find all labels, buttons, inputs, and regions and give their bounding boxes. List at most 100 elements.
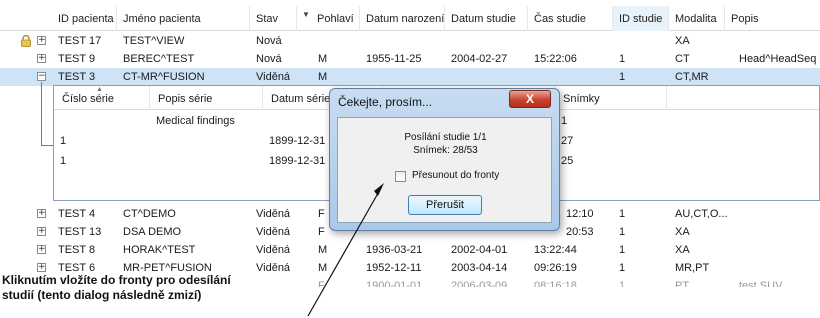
study-id-cell: 1 [619,53,626,65]
column-header-images[interactable]: Snímky [555,86,667,110]
column-header-description[interactable]: Popis [725,6,820,31]
patient-name-cell: HORAK^TEST [123,244,196,256]
status-cell: Viděná [256,244,291,256]
sort-ascending-icon: ▲ [96,86,103,93]
patient-name-cell: CT-MR^FUSION [123,71,205,83]
study-id-cell: 1 [619,280,626,287]
birth-date-cell: 1955-11-25 [366,53,422,65]
study-time-cell: 09:26:19 [534,262,577,274]
column-header-sex[interactable]: ▼ Pohlaví [297,6,360,31]
patient-id-cell: TEST 8 [58,244,96,256]
column-header-study-date[interactable]: Datum studie [445,6,528,31]
study-id-cell: 1 [619,226,626,238]
expand-toggle[interactable]: + [37,36,46,45]
study-time-cell: 15:22:06 [534,53,577,65]
study-time-cell: 20:53 [566,226,594,238]
modality-cell: MR,PT [675,262,710,274]
dialog-body: Posílání studie 1/1 Snímek: 28/53 Přesun… [337,117,552,223]
column-header-study-time[interactable]: Čas studie [528,6,613,31]
study-time-cell: 12:10 [566,208,594,220]
close-button[interactable]: X [509,90,551,108]
modality-cell: AU,CT,O... [675,208,728,220]
study-time-cell: 08:16:18 [534,280,577,287]
move-to-queue-label[interactable]: Přesunout do fronty [412,170,499,181]
patient-name-cell: TEST^VIEW [123,35,185,47]
patient-id-cell: TEST 17 [58,35,102,47]
annotation-text: Kliknutím vložíte do fronty pro odesílán… [2,273,322,303]
annotation-line-2: studií (tento dialog následně zmizí) [2,288,202,302]
status-cell: Nová [256,35,282,47]
series-number-cell: 1 [60,155,67,167]
modality-cell: XA [675,226,690,238]
status-cell: Nová [256,53,282,65]
lock-icon [21,35,31,47]
close-icon: X [525,92,534,106]
patient-id-cell: TEST 13 [58,226,102,238]
column-header-sex-label: Pohlaví [317,13,354,25]
column-header-patient-name[interactable]: Jméno pacienta [117,6,250,31]
annotation-line-1: Kliknutím vložíte do fronty pro odesílán… [2,273,231,287]
patient-id-cell: TEST 9 [58,53,96,65]
column-header-modality[interactable]: Modalita [669,6,725,31]
image-progress-text: Snímek: 28/53 [413,145,478,156]
modality-cell: CT [675,53,690,65]
study-date-cell: 2004-02-27 [451,53,508,65]
tree-connector [41,82,42,145]
patient-name-cell: DSA DEMO [123,226,182,238]
status-cell: Viděná [256,226,291,238]
expand-toggle[interactable]: + [37,263,46,272]
expand-toggle[interactable]: + [37,54,46,63]
expand-toggle[interactable]: + [37,245,46,254]
study-id-cell: 1 [619,71,626,83]
table-row[interactable]: + TEST 8 HORAK^TEST Viděná M 1936-03-21 … [0,241,820,259]
modality-cell: CT,MR [675,71,709,83]
patient-id-cell: TEST 3 [58,71,96,83]
grid-header: ID pacienta Jméno pacienta Stav ▼ Pohlav… [0,6,820,31]
study-date-cell: 2006-03-09 [451,280,508,287]
column-header-patient-id[interactable]: ID pacienta [52,6,117,31]
series-number-cell: 1 [60,135,67,147]
birth-date-cell: 1936-03-21 [366,244,423,256]
expand-toggle[interactable]: + [37,227,46,236]
sending-status-text: Posílání studie 1/1 [404,132,487,143]
tree-connector [41,145,53,146]
description-cell: Head^HeadSeq [739,53,817,65]
table-row[interactable]: + TEST 9 BEREC^TEST Nová M 1955-11-25 20… [0,50,820,68]
expand-toggle[interactable]: + [37,209,46,218]
sort-descending-icon: ▼ [302,10,310,19]
column-header-series-number-label: Číslo série [62,93,114,105]
study-date-cell: 2002-04-01 [451,244,508,256]
column-header-series-description[interactable]: Popis série [150,86,263,110]
collapse-toggle[interactable]: − [37,72,46,81]
column-header-birth-date[interactable]: Datum narození [360,6,445,31]
progress-dialog: Čekejte, prosím... X Posílání studie 1/1… [329,88,560,231]
sex-cell: M [318,53,328,65]
patient-id-cell: TEST 4 [58,208,96,220]
status-cell: Viděná [256,71,291,83]
images-cell: 25 [561,155,574,167]
birth-date-cell: 1952-12-11 [366,262,422,274]
study-id-cell: 1 [619,208,626,220]
sex-cell: M [318,71,328,83]
study-id-cell: 1 [619,244,626,256]
images-cell: 1 [561,115,568,127]
status-cell: Viděná [256,208,291,220]
column-header-study-id[interactable]: ID studie [613,6,669,31]
modality-cell: XA [675,244,690,256]
images-cell: 27 [561,135,574,147]
move-to-queue-checkbox[interactable] [395,171,406,182]
table-row-selected[interactable]: − TEST 3 CT-MR^FUSION Viděná M 1 CT,MR [0,68,820,86]
patient-name-cell: BEREC^TEST [123,53,195,65]
study-time-cell: 13:22:44 [534,244,577,256]
modality-cell: XA [675,35,690,47]
column-header-status[interactable]: Stav [250,6,297,31]
series-description-cell: Medical findings [156,115,235,127]
abort-button[interactable]: Přerušit [408,195,482,215]
study-date-cell: 2003-04-14 [451,262,508,274]
study-id-cell: 1 [619,262,626,274]
sex-cell: M [318,244,328,256]
description-cell: test SUV [739,280,783,287]
column-header-series-number[interactable]: ▲ Číslo série [54,86,150,110]
table-row[interactable]: + TEST 17 TEST^VIEW Nová XA [0,32,820,50]
modality-cell: PT [675,280,690,287]
